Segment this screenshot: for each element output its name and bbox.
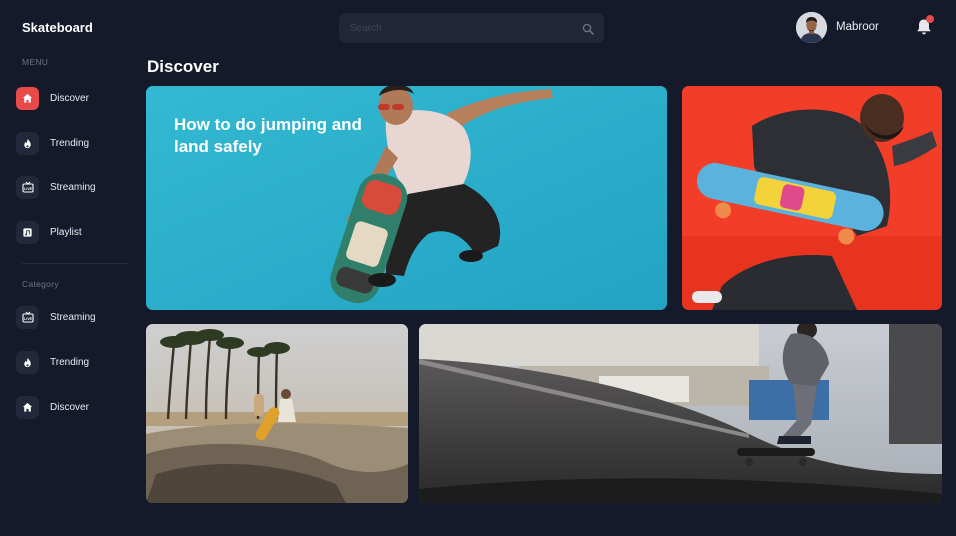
menu-section-label: MENU bbox=[22, 57, 49, 67]
live-icon: LIVE bbox=[16, 175, 39, 199]
live-icon: LIVE bbox=[16, 305, 39, 329]
sidebar-item-streaming[interactable]: LIVE Streaming bbox=[16, 175, 96, 199]
card-headline: How to do jumping and land safely bbox=[174, 115, 362, 156]
category-item-label: Trending bbox=[50, 356, 90, 368]
video-card[interactable] bbox=[419, 324, 942, 503]
search-bar[interactable] bbox=[339, 13, 604, 43]
app-brand[interactable]: Skateboard bbox=[22, 20, 93, 35]
category-section-label: Category bbox=[22, 279, 59, 289]
sidebar-item-label: Playlist bbox=[50, 226, 82, 238]
skatepark-bowl-photo bbox=[419, 324, 942, 503]
svg-text:LIVE: LIVE bbox=[24, 187, 33, 191]
user-name[interactable]: Mabroor bbox=[836, 21, 879, 33]
search-icon[interactable] bbox=[582, 22, 594, 40]
home-icon bbox=[16, 86, 39, 110]
flame-icon bbox=[16, 131, 39, 155]
notification-badge bbox=[926, 15, 934, 23]
sidebar-item-discover[interactable]: Discover bbox=[16, 86, 89, 110]
svg-text:LIVE: LIVE bbox=[24, 317, 33, 321]
skatepark-beach-photo bbox=[146, 324, 408, 503]
video-card[interactable] bbox=[146, 324, 408, 503]
skater-holding-board-photo bbox=[682, 86, 942, 310]
sidebar-item-label: Discover bbox=[50, 92, 89, 104]
category-item-streaming[interactable]: LIVE Streaming bbox=[16, 305, 96, 329]
search-input[interactable] bbox=[339, 13, 604, 43]
category-item-discover[interactable]: Discover bbox=[16, 395, 89, 419]
playlist-icon bbox=[16, 220, 39, 244]
page-title: Discover bbox=[147, 57, 219, 76]
sidebar-divider bbox=[22, 263, 128, 264]
avatar[interactable] bbox=[796, 12, 827, 43]
category-item-label: Streaming bbox=[50, 311, 96, 323]
sidebar-item-playlist[interactable]: Playlist bbox=[16, 220, 82, 244]
sidebar-item-label: Trending bbox=[50, 137, 90, 149]
category-item-label: Discover bbox=[50, 401, 89, 413]
video-card[interactable] bbox=[682, 86, 942, 310]
sidebar-item-label: Streaming bbox=[50, 181, 96, 193]
home-icon bbox=[16, 395, 39, 419]
featured-card[interactable]: How to do jumping and land safely bbox=[146, 86, 667, 310]
category-item-trending[interactable]: Trending bbox=[16, 350, 89, 374]
sidebar-item-trending[interactable]: Trending bbox=[16, 131, 89, 155]
flame-icon bbox=[16, 350, 39, 374]
